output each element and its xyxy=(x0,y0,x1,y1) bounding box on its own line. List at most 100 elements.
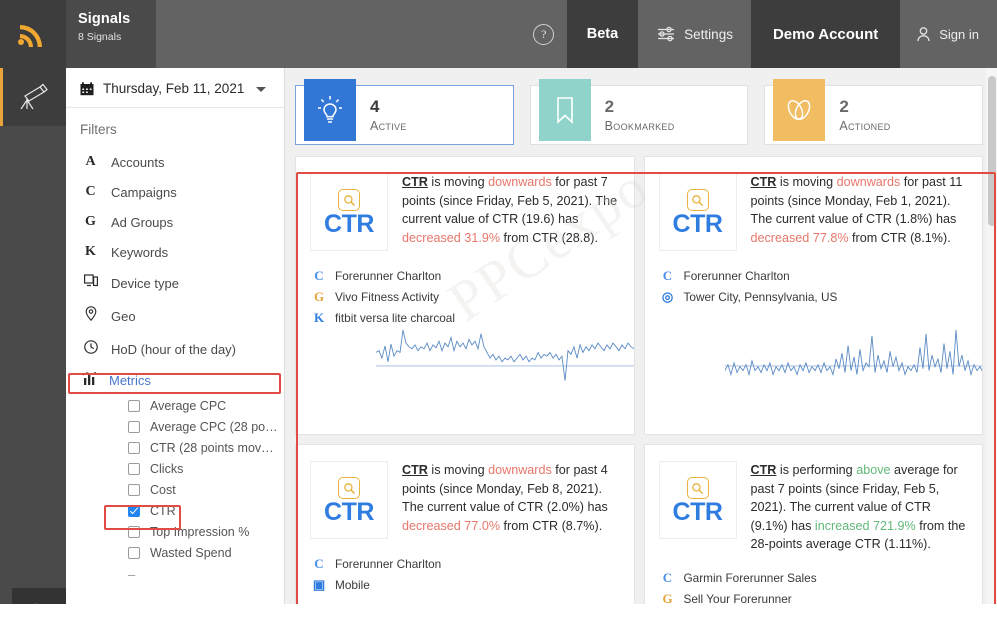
signal-card[interactable]: CTR CTR is performing above average for p… xyxy=(643,444,983,630)
stat-count: 2 xyxy=(839,97,849,116)
desc-segment: CTR xyxy=(750,463,777,477)
stat-card-active[interactable]: 4 Active xyxy=(295,78,514,145)
stat-text: 2 Actioned xyxy=(825,97,890,133)
metric-label: Wasted Spend xyxy=(150,545,232,560)
metric-checkbox-average-cpc-28[interactable]: Average CPC (28 po… xyxy=(66,416,284,437)
metric-label: Clicks xyxy=(150,461,184,476)
filter-item-ad-groups[interactable]: G Ad Groups xyxy=(66,207,284,237)
account-button[interactable]: Demo Account xyxy=(750,0,901,68)
metric-checkbox-clicks[interactable]: Clicks xyxy=(66,458,284,479)
metric-checkbox-ctr-28[interactable]: CTR (28 points mov… xyxy=(66,437,284,458)
ctr-metric-badge: CTR xyxy=(310,461,388,539)
entity-type-icon: G xyxy=(313,288,325,304)
rail-item-telescope[interactable] xyxy=(0,68,66,126)
sparkline-chart xyxy=(724,330,983,388)
bookmark-icon xyxy=(538,78,591,141)
signal-description: CTR is moving downwards for past 4 point… xyxy=(402,461,620,539)
entity-type-icon: ◎ xyxy=(661,288,674,304)
filter-item-hod[interactable]: HoD (hour of the day) xyxy=(66,333,284,366)
signal-entity-list: C Forerunner Charlton ◎ Tower City, Pennsyl… xyxy=(659,265,969,307)
top-header-bar: Signals 8 Signals ? Beta Settings Demo A… xyxy=(0,0,997,68)
beta-tab[interactable]: Beta xyxy=(566,0,639,68)
filter-label: Campaigns xyxy=(111,184,177,200)
desc-segment: CTR xyxy=(402,463,428,477)
entity-label: Mobile xyxy=(335,577,370,592)
signin-button[interactable]: Sign in xyxy=(900,0,997,68)
checkbox-icon[interactable] xyxy=(128,546,140,559)
desc-segment: downwards xyxy=(488,463,552,477)
signal-entity-row: Kfitbit versa lite charcoal xyxy=(310,307,620,328)
main-scrollbar-thumb[interactable] xyxy=(988,76,996,226)
signal-card[interactable]: CTR CTR is moving downwards for past 11 p… xyxy=(643,156,983,435)
entity-label: Garmin Forerunner Sales xyxy=(683,571,817,585)
metric-label: CTR (28 points mov… xyxy=(150,440,274,455)
entity-type-icon: K xyxy=(313,309,325,325)
entity-label: Forerunner Charlton xyxy=(335,556,442,571)
rss-signal-icon xyxy=(18,25,42,47)
signal-cards-grid: CTR CTR is moving downwards for past 7 po… xyxy=(295,156,983,630)
stat-count: 4 xyxy=(370,97,380,116)
metric-checkbox-cost[interactable]: Cost xyxy=(66,479,284,500)
main-content: 4 Active 2 Bookmarked 2 Actioned CTR CTR… xyxy=(285,68,997,630)
metric-label: Average CPC (28 po… xyxy=(150,419,278,434)
active-accent-bar xyxy=(0,68,3,126)
stat-card-bookmarked[interactable]: 2 Bookmarked xyxy=(529,78,749,145)
chevron-down-icon xyxy=(256,87,266,92)
app-logo[interactable] xyxy=(0,0,66,68)
stat-text: 2 Bookmarked xyxy=(591,97,675,133)
checkbox-icon-checked[interactable] xyxy=(128,504,140,517)
desc-segment: from CTR (8.7%). xyxy=(500,518,603,533)
filters-heading: Filters xyxy=(80,122,117,137)
settings-button[interactable]: Settings xyxy=(638,0,751,68)
keywords-glyph-icon: K xyxy=(85,244,96,259)
metric-checkbox-top-impression[interactable]: Top Impression % xyxy=(66,521,284,542)
stat-count: 2 xyxy=(604,97,615,116)
ad-groups-glyph-icon: G xyxy=(85,214,96,229)
entity-type-icon: C xyxy=(662,570,673,585)
metric-checkbox-ctr[interactable]: CTR xyxy=(66,500,284,521)
desc-segment: downwards xyxy=(488,175,552,189)
header-spacer xyxy=(156,0,521,68)
filter-item-keywords[interactable]: K Keywords xyxy=(66,237,284,267)
metrics-label: Metrics xyxy=(109,373,151,388)
location-pin-icon xyxy=(82,306,99,326)
filter-item-metrics[interactable]: Metrics xyxy=(66,366,284,395)
accounts-glyph-icon: A xyxy=(85,154,96,169)
checkbox-icon[interactable] xyxy=(128,462,140,475)
signal-card-header: CTR CTR is moving downwards for past 7 po… xyxy=(310,173,620,251)
filter-label: Device type xyxy=(111,275,179,291)
entity-label: Forerunner Charlton xyxy=(335,268,442,283)
checkbox-icon[interactable] xyxy=(128,420,140,433)
metric-checkbox-average-cpc[interactable]: Average CPC xyxy=(66,395,284,416)
stat-label: Actioned xyxy=(839,119,891,133)
app-root: Signals 8 Signals ? Beta Settings Demo A… xyxy=(0,0,997,630)
date-picker[interactable]: Thursday, Feb 11, 2021 xyxy=(66,68,284,108)
checkbox-icon[interactable] xyxy=(128,441,140,454)
metric-checkbox-wasted-spend[interactable]: Wasted Spend xyxy=(66,542,284,563)
ctr-metric-badge: CTR xyxy=(658,461,737,539)
stat-label: Bookmarked xyxy=(604,119,675,133)
filter-item-accounts[interactable]: A Accounts xyxy=(66,147,284,177)
checkbox-icon[interactable] xyxy=(128,483,140,496)
signal-card[interactable]: CTR CTR is moving downwards for past 4 po… xyxy=(295,444,635,630)
checkbox-icon[interactable] xyxy=(128,399,140,412)
stat-card-actioned[interactable]: 2 Actioned xyxy=(764,78,984,145)
signal-card[interactable]: CTR CTR is moving downwards for past 7 po… xyxy=(295,156,635,435)
filter-item-campaigns[interactable]: C Campaigns xyxy=(66,177,284,207)
filter-item-geo[interactable]: Geo xyxy=(66,299,284,333)
ctr-metric-badge: CTR xyxy=(658,173,737,251)
help-button[interactable]: ? xyxy=(521,0,567,68)
filter-label: Ad Groups xyxy=(111,214,174,230)
ctr-badge-label: CTR xyxy=(672,210,723,238)
user-icon xyxy=(917,27,930,42)
filter-item-device-type[interactable]: Device type xyxy=(66,267,284,299)
entity-type-icon: ▣ xyxy=(312,576,326,592)
checkbox-icon[interactable] xyxy=(128,525,140,538)
entity-label: Forerunner Charlton xyxy=(683,268,790,283)
signal-entity-row: C Forerunner Charlton xyxy=(310,265,620,286)
signal-entity-row: ◎ Tower City, Pennsylvania, US xyxy=(659,286,969,307)
signal-entity-row: ▣ Mobile xyxy=(310,574,620,595)
metric-label: Top Impression % xyxy=(150,524,250,539)
signal-card-header: CTR CTR is moving downwards for past 4 po… xyxy=(310,461,620,539)
entity-label: Vivo Fitness Activity xyxy=(335,289,440,304)
